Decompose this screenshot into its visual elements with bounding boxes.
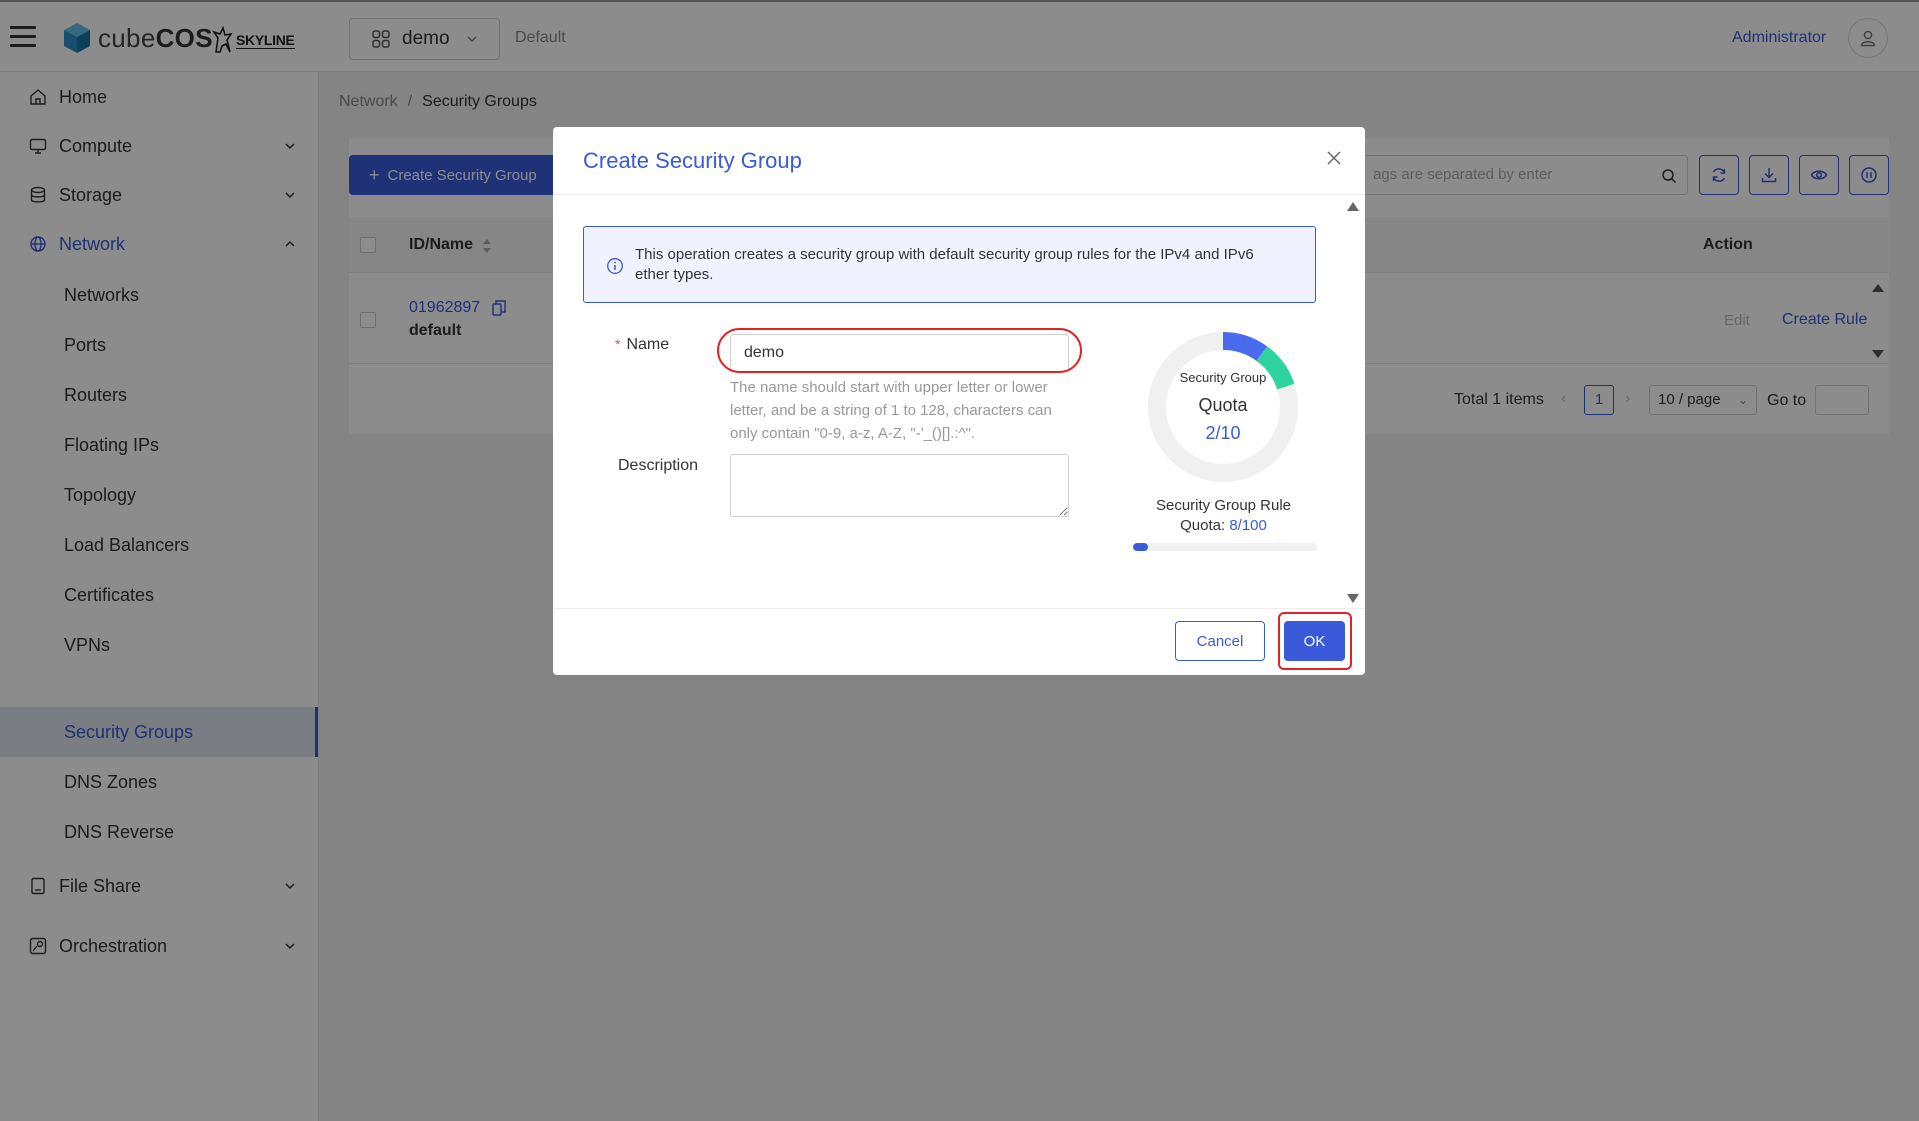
name-label: * Name bbox=[615, 336, 670, 353]
sg-quota-value: 2/10 bbox=[1205, 423, 1241, 443]
cancel-button[interactable]: Cancel bbox=[1175, 621, 1265, 661]
modal-title: Create Security Group bbox=[583, 148, 802, 173]
description-label: Description bbox=[618, 457, 699, 474]
modal-header: Create Security Group bbox=[553, 127, 1365, 195]
rule-quota-value: 8/100 bbox=[1229, 517, 1267, 534]
rule-quota-bar bbox=[1133, 543, 1317, 551]
rule-quota-bar-fill bbox=[1133, 543, 1148, 551]
info-alert: This operation creates a security group … bbox=[583, 226, 1316, 303]
modal-scroll-down[interactable] bbox=[1347, 594, 1359, 603]
sg-quota-title: Security Group bbox=[1179, 370, 1267, 385]
required-marker: * bbox=[615, 336, 621, 352]
info-icon bbox=[607, 258, 623, 274]
name-help-text: The name should start with upper letter … bbox=[730, 379, 1052, 442]
sg-quota-subtitle: Quota bbox=[1198, 395, 1248, 415]
close-icon[interactable] bbox=[1325, 149, 1343, 167]
name-input[interactable] bbox=[730, 334, 1069, 372]
rule-quota-title: Security Group Rule Quota: 8/100 bbox=[1155, 497, 1292, 534]
modal-scroll-up[interactable] bbox=[1347, 202, 1359, 211]
quota-used-arc bbox=[1222, 332, 1268, 362]
ok-button[interactable]: OK bbox=[1284, 621, 1345, 661]
description-input[interactable] bbox=[730, 454, 1069, 517]
modal-footer: Cancel OK bbox=[553, 608, 1365, 675]
create-security-group-modal: Create Security Group This operation cre… bbox=[553, 127, 1365, 675]
info-text: This operation creates a security group … bbox=[635, 246, 1254, 283]
